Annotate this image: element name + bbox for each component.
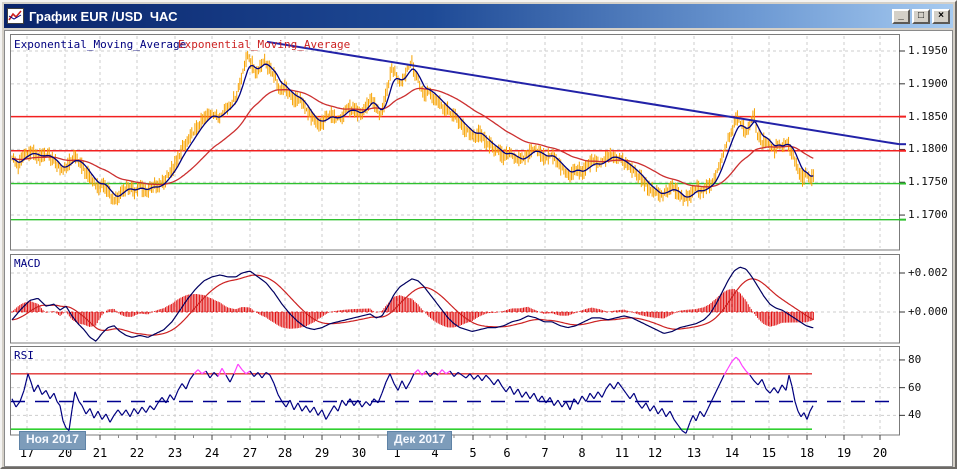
charts-canvas[interactable] [2, 2, 957, 469]
app-window: График EUR /USD ЧАС _ □ × Exponential_Mo… [0, 0, 957, 469]
